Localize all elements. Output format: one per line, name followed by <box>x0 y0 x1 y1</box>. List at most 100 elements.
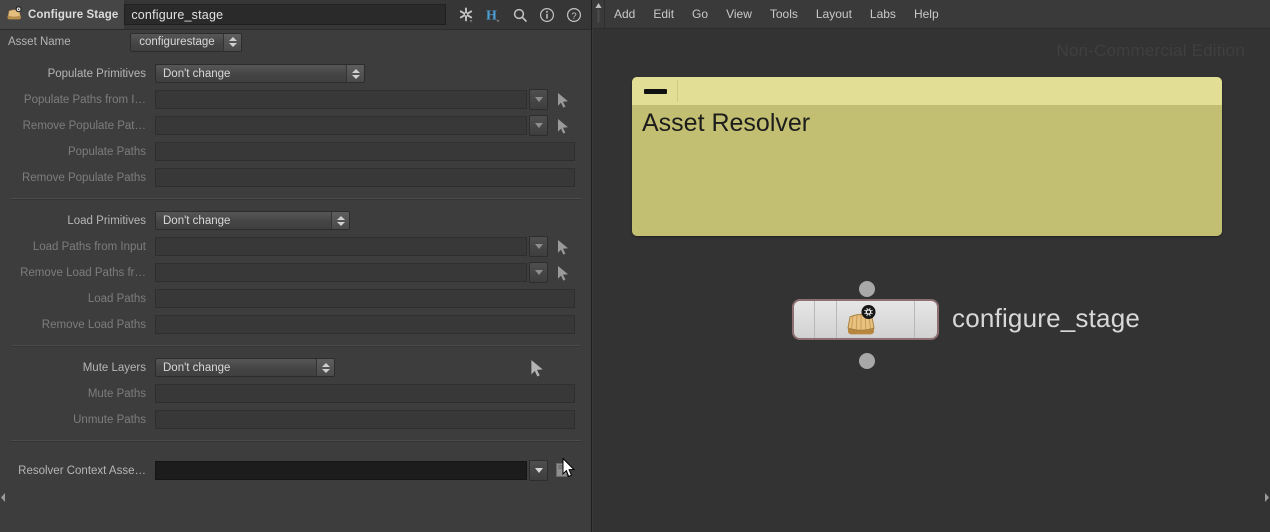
sticky-note-titlebar[interactable] <box>632 77 1222 105</box>
svg-text:?: ? <box>571 11 576 22</box>
configure-stage-node-icon <box>6 6 23 23</box>
menu-go[interactable]: Go <box>683 0 717 28</box>
remove-load-paths-field[interactable] <box>155 315 575 334</box>
param-row-populate-primitives: Populate Primitives Don't change <box>0 62 591 85</box>
param-row-load-paths: Load Paths <box>0 287 591 310</box>
parameter-group-populate: Populate Primitives Don't change Populat… <box>0 62 591 189</box>
load-paths-from-input-field[interactable] <box>155 237 527 256</box>
node-input-connector[interactable] <box>859 281 875 297</box>
remove-populate-paths-from-input-field[interactable] <box>155 116 527 135</box>
node-configure-stage[interactable]: configure_stage <box>792 281 1152 369</box>
node-tab[interactable]: Configure Stage <box>0 0 125 29</box>
param-label: Resolver Context Asse… <box>18 464 146 477</box>
pane-splitter-handle-right[interactable] <box>1263 492 1270 503</box>
configure-stage-node-icon <box>842 305 882 337</box>
mute-paths-field[interactable] <box>155 384 575 403</box>
pane-grip-handle[interactable] <box>593 0 605 28</box>
network-editor-menubar: Add Edit Go View Tools Layout Labs Help <box>593 0 1270 29</box>
parameter-link-arrow-icon[interactable] <box>553 90 573 109</box>
param-row-remove-load-paths: Remove Load Paths <box>0 313 591 336</box>
search-icon[interactable] <box>512 7 528 23</box>
asset-name-menu[interactable]: configurestage <box>130 32 242 52</box>
menu-help[interactable]: Help <box>905 0 948 28</box>
menu-layout[interactable]: Layout <box>807 0 861 28</box>
parameter-link-arrow-icon[interactable] <box>553 237 573 256</box>
param-row-load-primitives: Load Primitives Don't change <box>0 209 591 232</box>
pane-splitter-handle-left[interactable] <box>0 492 7 503</box>
remove-load-paths-from-input-field[interactable] <box>155 263 527 282</box>
menu-edit[interactable]: Edit <box>644 0 683 28</box>
param-row-remove-populate-paths-from-input: Remove Populate Pat… <box>0 114 591 137</box>
parameter-group-resolver-context: Resolver Context Asse… <box>0 459 591 482</box>
parameter-link-arrow-icon[interactable] <box>553 116 573 135</box>
param-label: Remove Populate Paths <box>21 171 146 184</box>
svg-text:H: H <box>486 8 497 23</box>
mute-layers-menu[interactable]: Don't change <box>155 358 335 377</box>
gear-icon[interactable] <box>458 6 474 23</box>
section-divider <box>11 345 581 347</box>
node-output-connector[interactable] <box>859 353 875 369</box>
chevron-down-icon[interactable] <box>529 115 548 136</box>
menu-add[interactable]: Add <box>605 0 644 28</box>
menu-view[interactable]: View <box>717 0 761 28</box>
node-label: configure_stage <box>952 303 1141 333</box>
parameter-pane: Configure Stage configure_stage H ? Asse… <box>0 0 592 532</box>
menu-labs[interactable]: Labs <box>861 0 905 28</box>
chevron-down-icon[interactable] <box>529 236 548 257</box>
resolver-context-asset-path-input[interactable] <box>155 461 527 480</box>
asset-name-label: Asset Name <box>8 36 71 48</box>
load-primitives-menu[interactable]: Don't change <box>155 211 350 230</box>
populate-paths-from-input-field[interactable] <box>155 90 527 109</box>
populate-paths-field[interactable] <box>155 142 575 161</box>
parameter-group-mute: Mute Layers Don't change Mute Paths Unmu… <box>0 356 591 431</box>
param-row-mute-layers: Mute Layers Don't change <box>0 356 591 379</box>
sticky-note-text: Asset Resolver <box>642 109 811 137</box>
param-label: Populate Primitives <box>47 67 146 80</box>
remove-populate-paths-field[interactable] <box>155 168 575 187</box>
up-down-arrows-icon <box>346 65 364 82</box>
up-down-arrows-icon <box>223 33 241 51</box>
load-paths-field[interactable] <box>155 289 575 308</box>
parameter-group-load: Load Primitives Don't change Load Paths … <box>0 209 591 336</box>
param-label: Unmute Paths <box>73 413 146 426</box>
help-icon[interactable]: ? <box>566 7 582 23</box>
collapse-icon[interactable] <box>632 77 678 105</box>
info-icon[interactable] <box>539 7 555 23</box>
mute-layers-value: Don't change <box>163 361 231 374</box>
menu-tools[interactable]: Tools <box>761 0 807 28</box>
param-row-resolver-context-asset-path: Resolver Context Asse… <box>0 459 591 482</box>
parameter-header-icon-group: H ? <box>446 0 591 29</box>
populate-primitives-menu[interactable]: Don't change <box>155 64 365 83</box>
node-path-input[interactable]: configure_stage <box>124 4 446 25</box>
chevron-down-icon[interactable] <box>529 262 548 283</box>
section-divider <box>11 440 581 442</box>
param-row-remove-load-paths-from-input: Remove Load Paths fr… <box>0 261 591 284</box>
param-row-populate-paths: Populate Paths <box>0 140 591 163</box>
node-tab-title: Configure Stage <box>28 8 119 21</box>
sticky-note-asset-resolver[interactable]: Asset Resolver <box>632 77 1222 236</box>
load-primitives-value: Don't change <box>163 214 231 227</box>
node-path-value: configure_stage <box>131 7 224 22</box>
param-label: Populate Paths from I… <box>23 93 146 106</box>
parameter-list: Populate Primitives Don't change Populat… <box>0 54 591 532</box>
network-editor-pane: Add Edit Go View Tools Layout Labs Help … <box>593 0 1270 532</box>
unmute-paths-field[interactable] <box>155 410 575 429</box>
houdini-h-icon[interactable]: H <box>485 7 501 23</box>
chevron-down-icon[interactable] <box>529 460 548 481</box>
non-commercial-watermark: Non-Commercial Edition <box>1056 41 1245 60</box>
asset-name-value: configurestage <box>139 36 215 48</box>
param-row-mute-paths: Mute Paths <box>0 382 591 405</box>
up-down-arrows-icon <box>316 359 334 376</box>
param-row-unmute-paths: Unmute Paths <box>0 408 591 431</box>
network-editor-canvas[interactable]: Non-Commercial Edition Asset Resolver co… <box>593 29 1270 532</box>
parameter-link-arrow-icon[interactable] <box>553 263 573 282</box>
param-row-remove-populate-paths: Remove Populate Paths <box>0 166 591 189</box>
parameter-pane-header: Configure Stage configure_stage H ? <box>0 0 591 30</box>
param-label: Mute Layers <box>82 361 146 374</box>
mouse-cursor <box>562 457 576 478</box>
chevron-down-icon[interactable] <box>529 89 548 110</box>
param-label: Load Paths <box>87 292 146 305</box>
parameter-link-arrow-icon[interactable] <box>527 358 547 377</box>
param-label: Remove Populate Pat… <box>22 119 146 132</box>
section-divider <box>11 198 581 200</box>
